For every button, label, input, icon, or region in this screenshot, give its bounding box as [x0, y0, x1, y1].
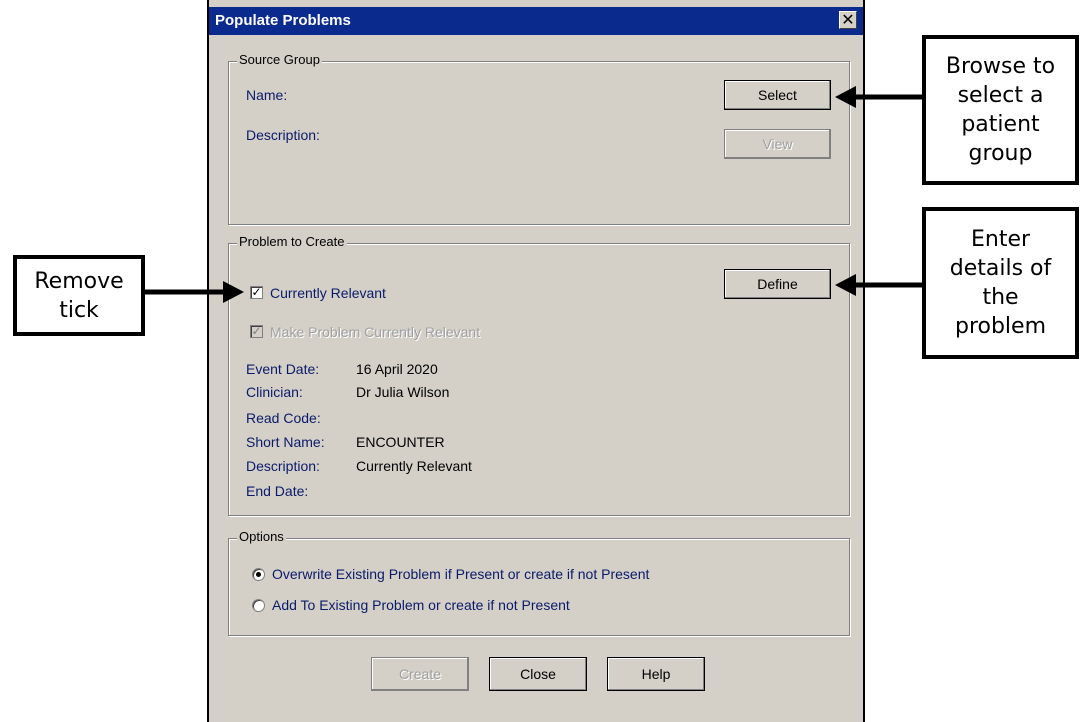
define-button[interactable]: Define — [724, 269, 831, 299]
options-legend: Options — [237, 529, 286, 544]
read-code-label: Read Code: — [246, 410, 321, 426]
close-icon[interactable]: ✕ — [839, 11, 857, 29]
make-relevant-checkbox[interactable]: ✓ — [250, 325, 263, 338]
currently-relevant-label: Currently Relevant — [270, 285, 386, 301]
event-date-value: 16 April 2020 — [356, 361, 438, 377]
view-button[interactable]: View — [724, 129, 831, 159]
enter-details-callout: Enter details of the problem — [922, 207, 1079, 359]
title-bar: Populate Problems ✕ — [209, 7, 863, 35]
overwrite-label: Overwrite Existing Problem if Present or… — [272, 566, 650, 582]
clinician-value: Dr Julia Wilson — [356, 384, 450, 400]
overwrite-radio[interactable] — [252, 568, 265, 581]
short-name-value: ENCOUNTER — [356, 434, 445, 450]
select-button[interactable]: Select — [724, 80, 831, 110]
options-box: Options — [228, 529, 850, 636]
event-date-label: Event Date: — [246, 361, 320, 377]
make-relevant-label: Make Problem Currently Relevant — [270, 324, 481, 340]
remove-tick-callout: Remove tick — [13, 255, 145, 336]
problem-to-create-legend: Problem to Create — [237, 234, 347, 249]
close-button[interactable]: Close — [489, 657, 587, 691]
add-radio[interactable] — [252, 599, 265, 612]
clinician-label: Clinician: — [246, 384, 303, 400]
browse-callout: Browse to select a patient group — [922, 35, 1079, 185]
short-name-label: Short Name: — [246, 434, 325, 450]
end-date-label: End Date: — [246, 483, 309, 499]
dialog-title: Populate Problems — [215, 12, 351, 29]
help-button[interactable]: Help — [607, 657, 705, 691]
problem-description-value: Currently Relevant — [356, 458, 472, 474]
description-label: Description: — [246, 127, 320, 143]
populate-problems-dialog: Populate Problems ✕ Source Group Name: D… — [207, 0, 865, 722]
problem-description-label: Description: — [246, 458, 320, 474]
name-label: Name: — [246, 87, 288, 103]
create-button[interactable]: Create — [371, 657, 469, 691]
source-group-legend: Source Group — [237, 52, 322, 67]
currently-relevant-checkbox[interactable]: ✓ — [250, 286, 263, 299]
add-label: Add To Existing Problem or create if not… — [272, 597, 570, 613]
